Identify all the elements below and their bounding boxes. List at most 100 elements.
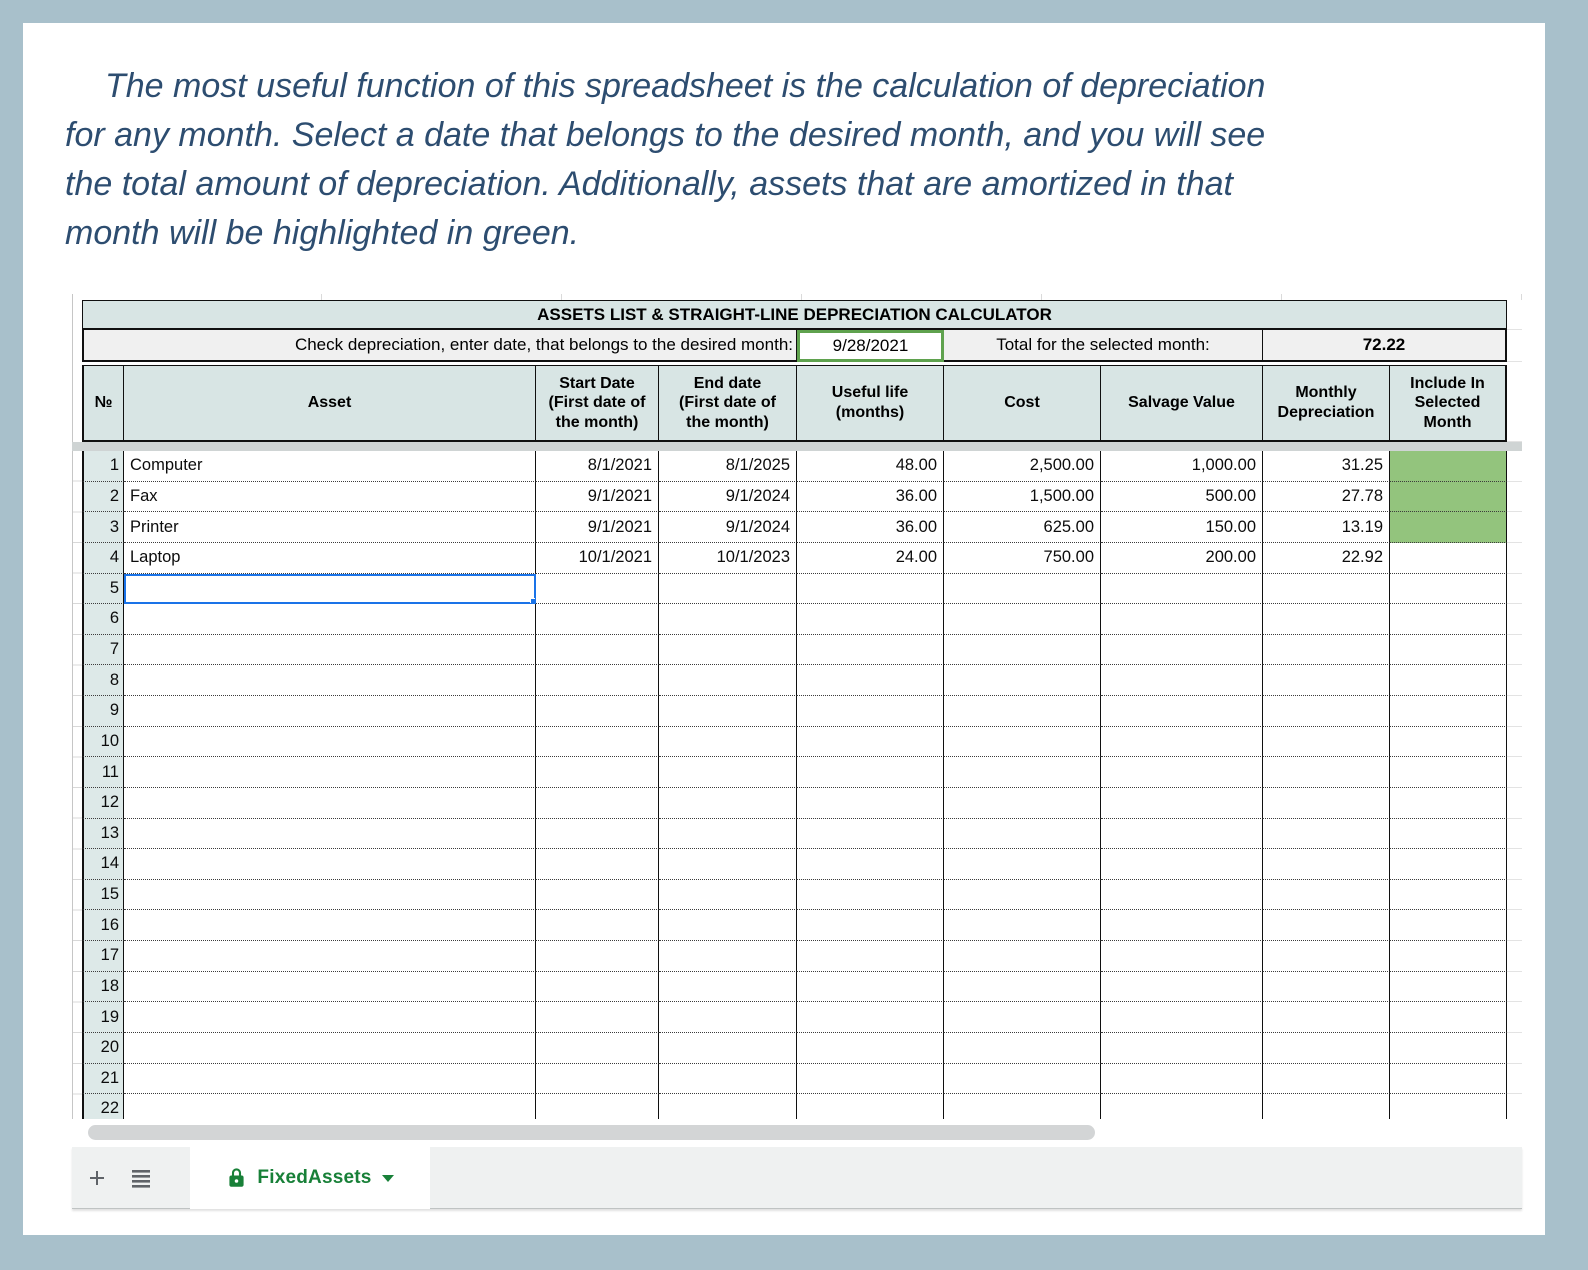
- cell-r19-monthly[interactable]: [1263, 1002, 1390, 1033]
- cell-r14-no[interactable]: 14: [82, 849, 124, 880]
- cell-r21-no[interactable]: 21: [82, 1064, 124, 1095]
- cell-r7-no[interactable]: 7: [82, 635, 124, 666]
- cell-r11-start[interactable]: [536, 757, 659, 788]
- cell-r22-life[interactable]: [797, 1094, 944, 1119]
- cell-r17-monthly[interactable]: [1263, 941, 1390, 972]
- column-header-end-date[interactable]: End date (First date of the month): [659, 365, 797, 442]
- cell-r20-monthly[interactable]: [1263, 1033, 1390, 1064]
- cell-r10-end[interactable]: [659, 727, 797, 758]
- cell-r21-monthly[interactable]: [1263, 1064, 1390, 1095]
- cell-r13-monthly[interactable]: [1263, 819, 1390, 850]
- cell-r19-asset[interactable]: [124, 1002, 536, 1033]
- cell-r12-life[interactable]: [797, 788, 944, 819]
- cell-r5-monthly[interactable]: [1263, 574, 1390, 605]
- cell-r7-life[interactable]: [797, 635, 944, 666]
- cell-r8-include[interactable]: [1390, 665, 1507, 696]
- cell-r18-life[interactable]: [797, 972, 944, 1003]
- cell-r21-life[interactable]: [797, 1064, 944, 1095]
- cell-r13-start[interactable]: [536, 819, 659, 850]
- cell-r17-start[interactable]: [536, 941, 659, 972]
- cell-r11-cost[interactable]: [944, 757, 1101, 788]
- cell-r9-life[interactable]: [797, 696, 944, 727]
- cell-r1-monthly[interactable]: 31.25: [1263, 451, 1390, 482]
- cell-r5-asset[interactable]: [124, 574, 536, 605]
- cell-r19-cost[interactable]: [944, 1002, 1101, 1033]
- cell-r22-monthly[interactable]: [1263, 1094, 1390, 1119]
- cell-r12-asset[interactable]: [124, 788, 536, 819]
- cell-r21-end[interactable]: [659, 1064, 797, 1095]
- cell-r21-start[interactable]: [536, 1064, 659, 1095]
- cell-r16-salvage[interactable]: [1101, 910, 1263, 941]
- cell-r16-monthly[interactable]: [1263, 910, 1390, 941]
- cell-r14-monthly[interactable]: [1263, 849, 1390, 880]
- cell-r15-include[interactable]: [1390, 880, 1507, 911]
- cell-r2-include[interactable]: [1390, 482, 1507, 513]
- cell-r20-cost[interactable]: [944, 1033, 1101, 1064]
- cell-r15-end[interactable]: [659, 880, 797, 911]
- cell-r4-life[interactable]: 24.00: [797, 543, 944, 574]
- cell-r1-no[interactable]: 1: [82, 451, 124, 482]
- cell-r14-life[interactable]: [797, 849, 944, 880]
- cell-r1-cost[interactable]: 2,500.00: [944, 451, 1101, 482]
- cell-r17-no[interactable]: 17: [82, 941, 124, 972]
- cell-r8-end[interactable]: [659, 665, 797, 696]
- cell-r16-cost[interactable]: [944, 910, 1101, 941]
- cell-r11-salvage[interactable]: [1101, 757, 1263, 788]
- cell-r20-end[interactable]: [659, 1033, 797, 1064]
- cell-r14-asset[interactable]: [124, 849, 536, 880]
- cell-r10-include[interactable]: [1390, 727, 1507, 758]
- cell-r14-include[interactable]: [1390, 849, 1507, 880]
- cell-r3-start[interactable]: 9/1/2021: [536, 512, 659, 543]
- cell-r4-include[interactable]: [1390, 543, 1507, 574]
- cell-r1-end[interactable]: 8/1/2025: [659, 451, 797, 482]
- cell-r13-end[interactable]: [659, 819, 797, 850]
- cell-r20-salvage[interactable]: [1101, 1033, 1263, 1064]
- cell-r18-monthly[interactable]: [1263, 972, 1390, 1003]
- cell-r11-end[interactable]: [659, 757, 797, 788]
- cell-r4-asset[interactable]: Laptop: [124, 543, 536, 574]
- cell-r18-no[interactable]: 18: [82, 972, 124, 1003]
- cell-r10-cost[interactable]: [944, 727, 1101, 758]
- cell-r2-life[interactable]: 36.00: [797, 482, 944, 513]
- cell-r19-start[interactable]: [536, 1002, 659, 1033]
- cell-r22-asset[interactable]: [124, 1094, 536, 1119]
- cell-r22-start[interactable]: [536, 1094, 659, 1119]
- cell-r16-no[interactable]: 16: [82, 910, 124, 941]
- cell-r7-cost[interactable]: [944, 635, 1101, 666]
- column-header-useful-life[interactable]: Useful life (months): [797, 365, 944, 442]
- column-header-monthly-depreciation[interactable]: Monthly Depreciation: [1263, 365, 1390, 442]
- cell-r7-start[interactable]: [536, 635, 659, 666]
- cell-r3-life[interactable]: 36.00: [797, 512, 944, 543]
- cell-r13-include[interactable]: [1390, 819, 1507, 850]
- cell-r8-salvage[interactable]: [1101, 665, 1263, 696]
- cell-r8-no[interactable]: 8: [82, 665, 124, 696]
- cell-r18-end[interactable]: [659, 972, 797, 1003]
- cell-r2-salvage[interactable]: 500.00: [1101, 482, 1263, 513]
- cell-r12-include[interactable]: [1390, 788, 1507, 819]
- cell-r9-monthly[interactable]: [1263, 696, 1390, 727]
- cell-r7-asset[interactable]: [124, 635, 536, 666]
- cell-r10-start[interactable]: [536, 727, 659, 758]
- cell-r3-salvage[interactable]: 150.00: [1101, 512, 1263, 543]
- cell-r7-include[interactable]: [1390, 635, 1507, 666]
- cell-r17-cost[interactable]: [944, 941, 1101, 972]
- cell-r11-life[interactable]: [797, 757, 944, 788]
- cell-r20-no[interactable]: 20: [82, 1033, 124, 1064]
- cell-r19-include[interactable]: [1390, 1002, 1507, 1033]
- cell-r15-salvage[interactable]: [1101, 880, 1263, 911]
- cell-r19-life[interactable]: [797, 1002, 944, 1033]
- cell-r16-asset[interactable]: [124, 910, 536, 941]
- cell-r9-asset[interactable]: [124, 696, 536, 727]
- cell-r19-end[interactable]: [659, 1002, 797, 1033]
- cell-r11-no[interactable]: 11: [82, 757, 124, 788]
- cell-r15-life[interactable]: [797, 880, 944, 911]
- cell-r10-life[interactable]: [797, 727, 944, 758]
- cell-r15-start[interactable]: [536, 880, 659, 911]
- cell-r2-cost[interactable]: 1,500.00: [944, 482, 1101, 513]
- cell-r14-salvage[interactable]: [1101, 849, 1263, 880]
- column-header-start-date[interactable]: Start Date (First date of the month): [536, 365, 659, 442]
- column-header-salvage-value[interactable]: Salvage Value: [1101, 365, 1263, 442]
- cell-r6-start[interactable]: [536, 604, 659, 635]
- cell-r22-cost[interactable]: [944, 1094, 1101, 1119]
- cell-r2-start[interactable]: 9/1/2021: [536, 482, 659, 513]
